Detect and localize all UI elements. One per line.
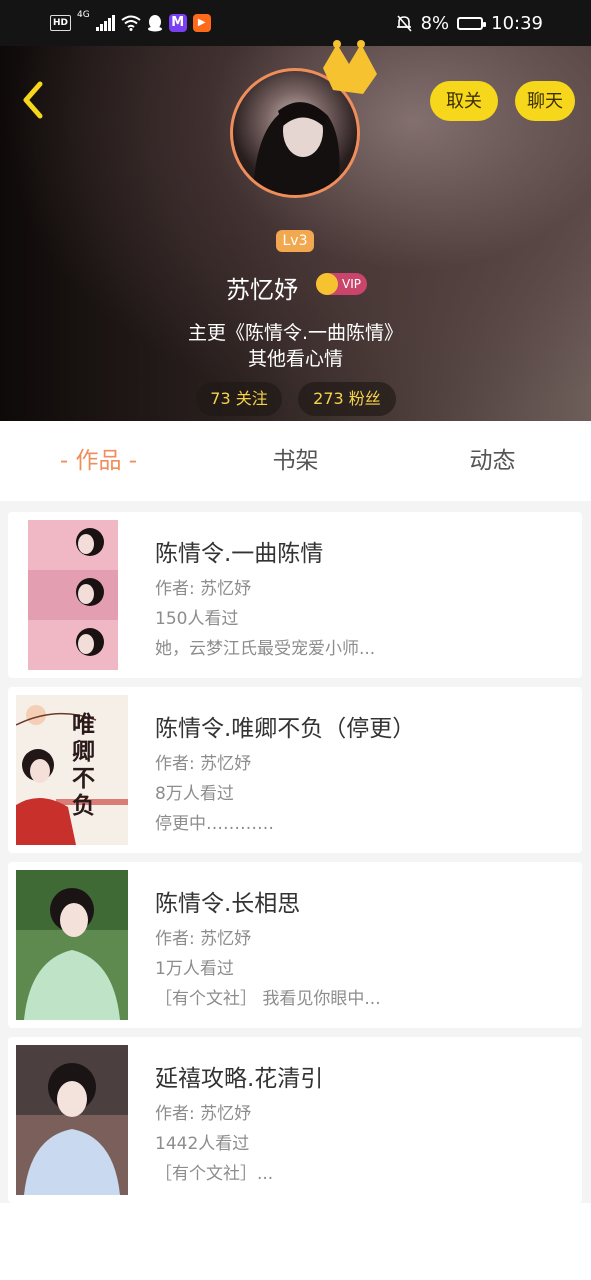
list-item[interactable]: 陈情令.长相思 作者: 苏忆妤 1万人看过 ［有个文社］ 我看见你眼中... <box>8 862 582 1028</box>
work-views: 150人看过 <box>155 609 239 629</box>
work-views: 8万人看过 <box>155 784 234 804</box>
hd-indicator: HD <box>50 15 72 31</box>
bio-line-2: 其他看心情 <box>247 348 343 370</box>
list-item[interactable]: 陈情令.一曲陈情 作者: 苏忆妤 150人看过 她，云梦江氏最受宠爱小师... <box>8 512 582 678</box>
work-summary: 她，云梦江氏最受宠爱小师... <box>155 639 376 659</box>
bio-line-1: 主更《陈情令.一曲陈情》 <box>187 322 404 344</box>
following-count[interactable]: 73 关注 <box>196 382 282 416</box>
vip-badge: VIP <box>316 273 367 295</box>
network-type: 4G <box>77 10 90 20</box>
tab-bookshelf[interactable]: 书架 <box>197 421 394 501</box>
work-title: 陈情令.长相思 <box>155 891 301 917</box>
username: 苏忆妤 <box>226 276 298 304</box>
tab-works[interactable]: - 作品 - <box>0 421 197 501</box>
status-right: 8% 10:39 <box>395 10 543 36</box>
status-bar: HD 4G M ▶ 8% 10:39 <box>0 0 591 46</box>
battery-icon <box>457 16 487 30</box>
followers-count[interactable]: 273 粉丝 <box>298 382 396 416</box>
work-title: 陈情令.唯卿不负（停更） <box>155 716 416 742</box>
work-summary: ［有个文社］ 我看见你眼中... <box>155 989 381 1009</box>
book-cover <box>16 1045 128 1195</box>
work-author: 作者: 苏忆妤 <box>155 579 252 599</box>
m-app-icon: M <box>168 14 187 32</box>
vip-label: VIP <box>342 277 361 291</box>
list-item[interactable]: 延禧攻略.花清引 作者: 苏忆妤 1442人看过 ［有个文社］... <box>8 1037 582 1203</box>
signal-icon <box>95 15 115 31</box>
cover-title: 唯卿不负 <box>72 711 95 819</box>
tab-activity[interactable]: 动态 <box>394 421 591 501</box>
level-badge: Lv3 <box>276 230 314 252</box>
chat-button[interactable]: 聊天 <box>515 81 575 121</box>
qq-icon <box>147 15 162 32</box>
book-cover <box>16 870 128 1020</box>
book-cover: 唯卿不负 <box>16 695 128 845</box>
bottom-area <box>0 1203 591 1280</box>
crown-icon <box>323 40 377 94</box>
unfollow-button[interactable]: 取关 <box>430 81 498 121</box>
wifi-icon <box>121 15 141 31</box>
status-left: HD 4G M ▶ <box>50 10 211 36</box>
work-title: 延禧攻略.花清引 <box>155 1066 324 1092</box>
work-author: 作者: 苏忆妤 <box>155 929 252 949</box>
vip-crown-icon <box>316 273 338 295</box>
work-views: 1442人看过 <box>155 1134 250 1154</box>
work-summary: 停更中………… <box>155 814 274 834</box>
work-views: 1万人看过 <box>155 959 234 979</box>
tab-bar: - 作品 - 书架 动态 <box>0 421 591 501</box>
book-cover <box>28 520 118 670</box>
work-summary: ［有个文社］... <box>155 1164 274 1184</box>
clock: 10:39 <box>491 12 543 34</box>
work-author: 作者: 苏忆妤 <box>155 1104 252 1124</box>
video-app-icon: ▶ <box>192 14 211 32</box>
battery-percent: 8% <box>420 12 450 34</box>
work-author: 作者: 苏忆妤 <box>155 754 252 774</box>
back-arrow-icon[interactable] <box>16 78 52 122</box>
mute-bell-icon <box>396 15 412 32</box>
work-title: 陈情令.一曲陈情 <box>155 541 324 567</box>
list-item[interactable]: 唯卿不负 陈情令.唯卿不负（停更） 作者: 苏忆妤 8万人看过 停更中………… <box>8 687 582 853</box>
